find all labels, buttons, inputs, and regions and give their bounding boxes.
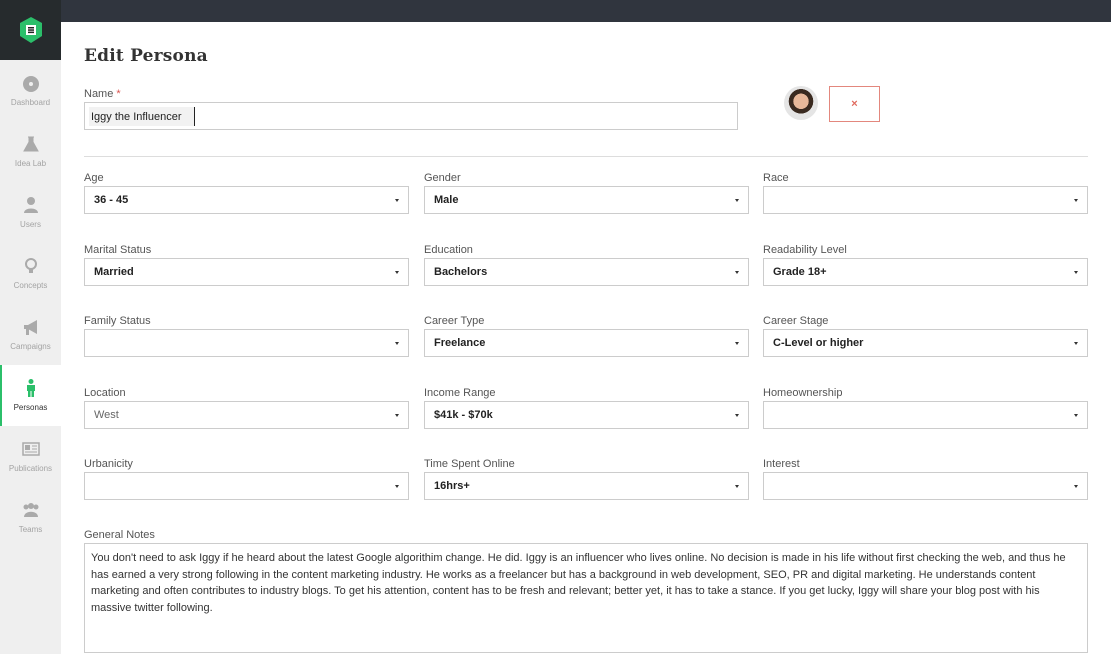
family-status-label: Family Status — [84, 315, 151, 327]
interest-label: Interest — [763, 458, 800, 470]
sidebar-item-label: Users — [20, 220, 41, 229]
sidebar-item-label: Teams — [18, 525, 43, 534]
sidebar: Dashboard Idea Lab Users Concepts Campaigns P… — [0, 0, 61, 654]
urbanicity-label: Urbanicity — [84, 458, 133, 470]
page-title: Edit Persona — [84, 46, 208, 66]
caret-down-icon — [735, 485, 739, 488]
sidebar-item-label: Concepts — [13, 281, 48, 290]
divider — [84, 156, 1088, 157]
career-stage-label: Career Stage — [763, 315, 829, 327]
homeownership-label: Homeownership — [763, 386, 843, 399]
sidebar-item-publications[interactable]: Publications — [0, 426, 61, 487]
readability-level-label: Readability Level — [763, 243, 847, 256]
caret-down-icon — [735, 342, 739, 345]
top-bar — [61, 0, 1111, 22]
avatar — [784, 86, 818, 120]
career-stage-select[interactable]: C-Level or higher — [763, 329, 1088, 357]
urbanicity-select[interactable] — [84, 472, 409, 500]
career-type-label: Career Type — [424, 315, 485, 327]
logo-icon — [19, 17, 42, 43]
education-label: Education — [424, 243, 473, 256]
location-select[interactable]: West — [84, 400, 409, 429]
race-label: Race — [763, 172, 789, 184]
sidebar-item-concepts[interactable]: Concepts — [0, 243, 61, 304]
sidebar-item-label: Idea Lab — [14, 159, 47, 168]
location-label: Location — [84, 386, 126, 399]
caret-down-icon — [395, 413, 399, 417]
sidebar-item-dashboard[interactable]: Dashboard — [0, 60, 61, 121]
career-type-value: Freelance — [434, 337, 486, 349]
marital-status-label: Marital Status — [84, 243, 152, 256]
person-icon — [26, 379, 35, 397]
sidebar-item-campaigns[interactable]: Campaigns — [0, 304, 61, 365]
caret-down-icon — [395, 270, 399, 274]
caret-down-icon — [735, 199, 739, 202]
marital-status-value: Married — [94, 265, 134, 278]
name-value: Iggy the Influencer — [89, 107, 195, 126]
name-label: Name * — [84, 88, 121, 100]
logo[interactable] — [0, 0, 61, 60]
users-icon — [23, 503, 38, 517]
caret-down-icon — [395, 199, 399, 202]
caret-down-icon — [1074, 485, 1078, 488]
homeownership-select[interactable] — [763, 400, 1088, 429]
name-label-text: Name — [84, 88, 114, 100]
remove-avatar-button[interactable]: × — [829, 86, 880, 122]
required-mark: * — [116, 88, 121, 100]
location-value: West — [94, 408, 119, 421]
caret-down-icon — [1074, 270, 1078, 274]
career-type-select[interactable]: Freelance — [424, 329, 749, 357]
sidebar-item-label: Personas — [13, 403, 48, 412]
readability-level-value: Grade 18+ — [773, 265, 827, 278]
flask-icon — [22, 136, 39, 152]
user-icon — [23, 197, 38, 213]
close-icon: × — [851, 98, 858, 110]
general-notes-label: General Notes — [84, 529, 155, 541]
general-notes-textarea[interactable]: You don't need to ask Iggy if he heard a… — [84, 543, 1088, 653]
gender-label: Gender — [424, 172, 461, 184]
caret-down-icon — [1074, 413, 1078, 417]
interest-select[interactable] — [763, 472, 1088, 500]
age-select[interactable]: 36 - 45 — [84, 186, 409, 214]
caret-down-icon — [395, 485, 399, 488]
gender-select[interactable]: Male — [424, 186, 749, 214]
sidebar-item-teams[interactable]: Teams — [0, 487, 61, 548]
sidebar-item-personas[interactable]: Personas — [0, 365, 61, 426]
time-spent-online-label: Time Spent Online — [424, 458, 515, 470]
readability-level-select[interactable]: Grade 18+ — [763, 257, 1088, 286]
race-select[interactable] — [763, 186, 1088, 214]
income-range-value: $41k - $70k — [434, 408, 493, 421]
time-spent-online-value: 16hrs+ — [434, 480, 470, 492]
gender-value: Male — [434, 194, 459, 206]
lightbulb-icon — [24, 258, 37, 273]
name-input[interactable]: Iggy the Influencer — [84, 102, 738, 130]
caret-down-icon — [1074, 342, 1078, 345]
income-range-label: Income Range — [424, 386, 496, 399]
newspaper-icon — [21, 442, 40, 456]
education-select[interactable]: Bachelors — [424, 257, 749, 286]
sidebar-item-label: Dashboard — [10, 98, 51, 107]
sidebar-item-idea-lab[interactable]: Idea Lab — [0, 121, 61, 182]
caret-down-icon — [395, 342, 399, 345]
sidebar-item-label: Publications — [8, 464, 53, 473]
sidebar-item-label: Campaigns — [10, 342, 51, 351]
time-spent-online-select[interactable]: 16hrs+ — [424, 472, 749, 500]
dashboard-icon — [22, 76, 39, 92]
megaphone-icon — [23, 320, 37, 335]
sidebar-item-users[interactable]: Users — [0, 182, 61, 243]
caret-down-icon — [1074, 199, 1078, 202]
marital-status-select[interactable]: Married — [84, 257, 409, 286]
caret-down-icon — [735, 270, 739, 274]
caret-down-icon — [735, 413, 739, 417]
career-stage-value: C-Level or higher — [773, 337, 864, 349]
age-value: 36 - 45 — [94, 194, 129, 206]
family-status-select[interactable] — [84, 329, 409, 357]
income-range-select[interactable]: $41k - $70k — [424, 400, 749, 429]
age-label: Age — [84, 172, 104, 184]
education-value: Bachelors — [434, 265, 488, 278]
